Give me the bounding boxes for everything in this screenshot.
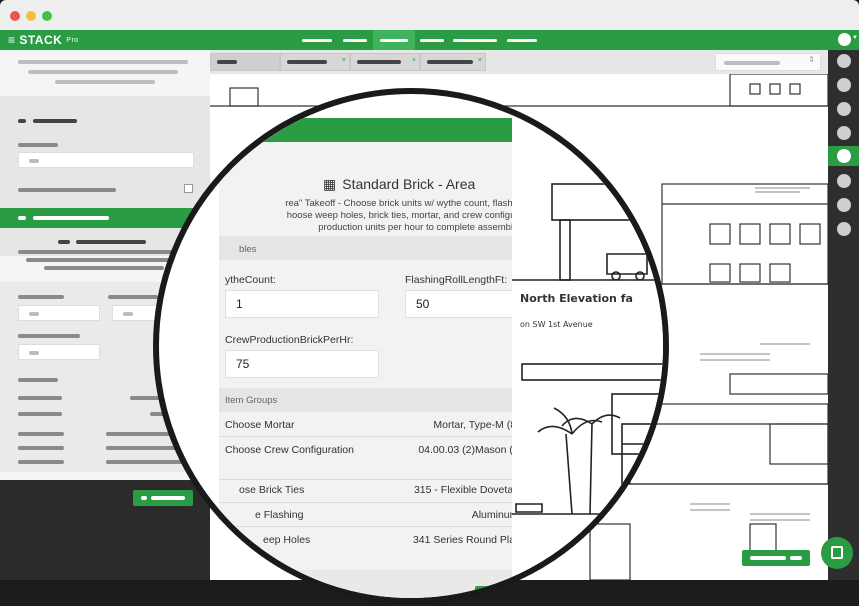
zoom-magnifier: ▦ Standard Brick - Area rea" Takeoff - Ch… [153, 88, 669, 604]
chat-bubble-icon[interactable] [821, 537, 853, 569]
wythe-count-input[interactable]: 1 [225, 290, 379, 318]
tool-button[interactable] [837, 126, 851, 140]
sidebar-label [18, 334, 80, 338]
tool-button[interactable] [837, 222, 851, 236]
user-avatar[interactable] [838, 33, 851, 46]
nav-item-3[interactable] [380, 39, 408, 42]
close-window-dot[interactable] [10, 11, 20, 21]
app-window: ≡ STACK Pro ▼ × × × ⇕ ▦ Standard Brick -… [0, 0, 859, 606]
sidebar-row [18, 432, 64, 436]
crew-production-label: CrewProductionBrickPerHr: [225, 334, 354, 346]
variables-label: bles [239, 244, 257, 255]
sidebar-input[interactable] [18, 305, 100, 321]
sidebar-heading [58, 240, 70, 244]
top-navigation: ≡ STACK Pro ▼ [0, 30, 859, 50]
sidebar-label [18, 188, 116, 192]
nav-item-5[interactable] [453, 39, 497, 42]
sidebar-text-line [18, 60, 188, 64]
tab-3[interactable]: × [350, 53, 420, 71]
sidebar-action-button[interactable] [133, 490, 193, 506]
item-group-mortar-label[interactable]: Choose Mortar [225, 419, 294, 431]
close-icon[interactable]: × [478, 57, 482, 64]
sidebar-label [18, 378, 58, 382]
minimize-window-dot[interactable] [26, 11, 36, 21]
tool-button-active[interactable] [837, 149, 851, 163]
tab-1[interactable] [210, 53, 280, 71]
left-sidebar-footer [0, 480, 210, 580]
sidebar-label [108, 295, 158, 299]
sidebar-text-line [55, 80, 155, 84]
tool-button[interactable] [837, 102, 851, 116]
canvas-action-button[interactable] [742, 550, 810, 566]
sidebar-row [18, 446, 64, 450]
document-tabs: × × × ⇕ [210, 50, 828, 74]
wythe-count-label: ytheCount: [225, 274, 276, 286]
nav-item-2[interactable] [343, 39, 367, 42]
logo-badge: Pro [66, 37, 79, 44]
nav-item-1[interactable] [302, 39, 332, 42]
tool-button[interactable] [837, 54, 851, 68]
item-group-brick-ties-label[interactable]: ose Brick Ties [239, 484, 304, 496]
logo-text: STACK [19, 33, 63, 47]
sidebar-text-line [44, 266, 164, 270]
sidebar-text-line [26, 258, 186, 262]
assembly-title: ▦ Standard Brick - Area [323, 176, 476, 192]
sidebar-heading [18, 119, 26, 123]
sidebar-row [18, 460, 64, 464]
close-icon[interactable]: × [342, 57, 346, 64]
maximize-window-dot[interactable] [42, 11, 52, 21]
plan-selector-dropdown[interactable]: ⇕ [715, 53, 821, 71]
window-titlebar [0, 0, 859, 30]
nav-item-6[interactable] [507, 39, 537, 42]
tool-button[interactable] [837, 198, 851, 212]
item-group-flashing-label[interactable]: e Flashing [255, 509, 303, 521]
tool-button[interactable] [837, 174, 851, 188]
sidebar-section-header[interactable] [0, 208, 210, 228]
stack-logo[interactable]: ≡ STACK Pro [8, 32, 79, 49]
sidebar-input[interactable] [18, 152, 194, 168]
chevron-down-icon[interactable]: ▼ [852, 35, 858, 41]
elevation-sublabel: on SW 1st Avenue [520, 320, 593, 329]
item-group-crew-label[interactable]: Choose Crew Configuration [225, 444, 354, 456]
tool-button[interactable] [837, 78, 851, 92]
flashing-roll-length-label: FlashingRollLengthFt: [405, 274, 508, 286]
tab-2[interactable]: × [280, 53, 350, 71]
elevation-label: North Elevation fa [520, 292, 633, 305]
crew-production-input[interactable]: 75 [225, 350, 379, 378]
sidebar-label [18, 143, 58, 147]
sidebar-heading [76, 240, 146, 244]
bricks-icon: ▦ [323, 176, 337, 192]
chevron-down-icon: ⇕ [808, 55, 815, 64]
item-group-weep-holes-label[interactable]: eep Holes [263, 534, 310, 546]
close-icon[interactable]: × [412, 57, 416, 64]
sidebar-input[interactable] [18, 344, 100, 360]
sidebar-heading [33, 119, 77, 123]
sidebar-text-line [28, 70, 178, 74]
magnified-blueprint: North Elevation fa on SW 1st Avenue [512, 94, 663, 598]
sidebar-checkbox[interactable] [184, 184, 193, 193]
sidebar-label [18, 295, 64, 299]
tab-4[interactable]: × [420, 53, 486, 71]
logo-mark-icon: ≡ [8, 33, 20, 47]
right-toolbar [828, 50, 859, 580]
nav-item-4[interactable] [420, 39, 444, 42]
sidebar-row [18, 412, 62, 416]
sidebar-row [18, 396, 62, 400]
magnified-blueprint-drawing [512, 101, 663, 515]
item-groups-label: Item Groups [225, 395, 278, 406]
sidebar-text-line [18, 250, 194, 254]
